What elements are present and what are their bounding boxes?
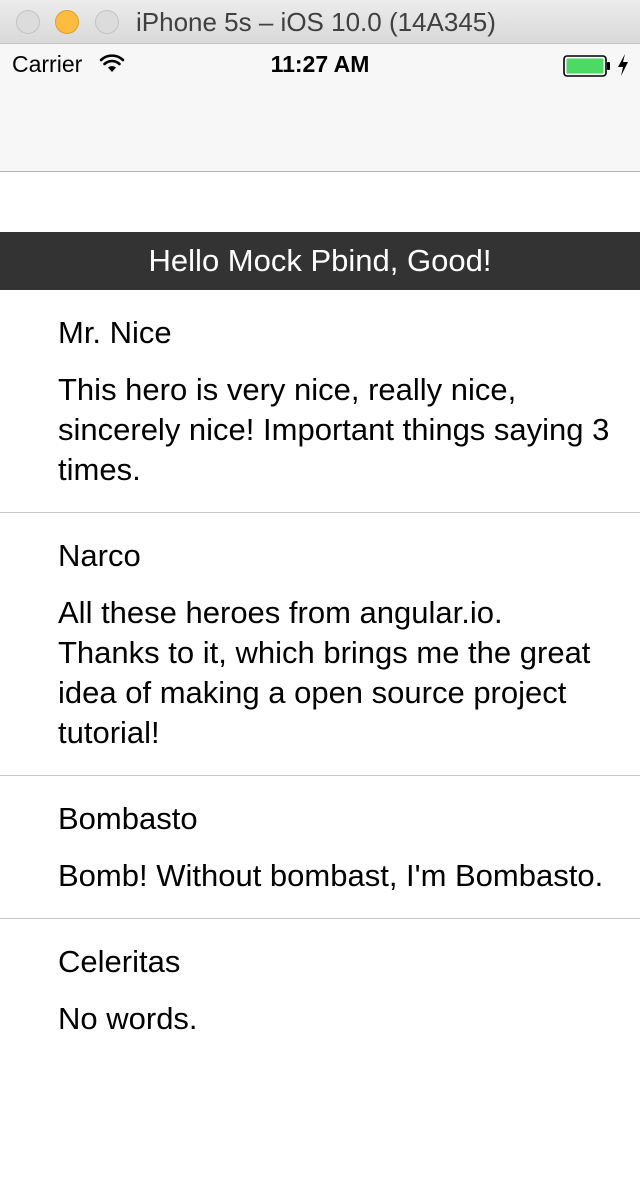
hero-description: No words.	[58, 1001, 198, 1036]
hero-list-item[interactable]: Narco All these heroes from angular.io. …	[0, 513, 640, 776]
charging-bolt-icon	[618, 54, 628, 76]
ios-status-bar: Carrier 11:27 AM	[0, 44, 640, 84]
close-window-button[interactable]	[16, 10, 40, 34]
minimize-window-button[interactable]	[55, 10, 79, 34]
hero-name: Bombasto	[58, 801, 198, 836]
hero-list-item[interactable]: Mr. Nice This hero is very nice, really …	[0, 290, 640, 513]
navigation-bar	[0, 84, 640, 172]
hero-description: This hero is very nice, really nice, sin…	[58, 372, 610, 487]
hero-description: All these heroes from angular.io. Thanks…	[58, 595, 591, 750]
hero-description: Bomb! Without bombast, I'm Bombasto.	[58, 858, 604, 893]
hero-list: Mr. Nice This hero is very nice, really …	[0, 290, 640, 1061]
hero-list-item[interactable]: Celeritas No words.	[0, 919, 640, 1061]
window-title-bar: iPhone 5s – iOS 10.0 (14A345)	[0, 0, 640, 44]
hero-name: Celeritas	[58, 944, 181, 979]
window-title: iPhone 5s – iOS 10.0 (14A345)	[136, 7, 496, 37]
simulator-window: iPhone 5s – iOS 10.0 (14A345) Carrier 11…	[0, 0, 640, 1180]
status-time: 11:27 AM	[270, 51, 370, 77]
hero-name: Mr. Nice	[58, 315, 172, 350]
hero-list-item[interactable]: Bombasto Bomb! Without bombast, I'm Bomb…	[0, 776, 640, 919]
battery-charging-icon	[563, 55, 610, 77]
greeting-header: Hello Mock Pbind, Good!	[0, 232, 640, 290]
zoom-window-button[interactable]	[95, 10, 119, 34]
hero-name: Narco	[58, 538, 141, 573]
